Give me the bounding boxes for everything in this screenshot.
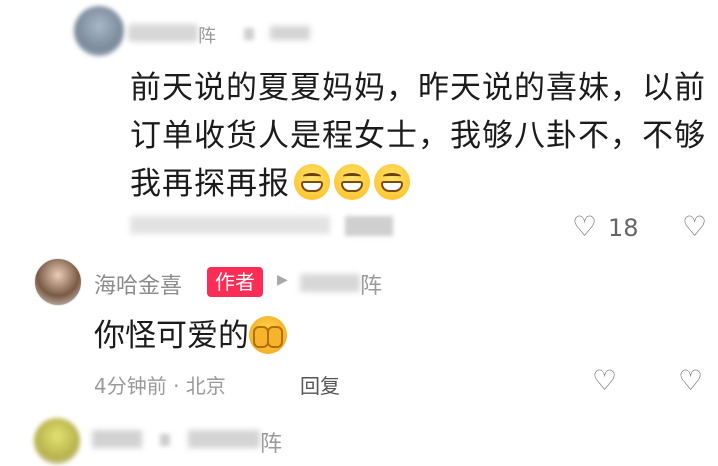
avatar[interactable] xyxy=(74,6,124,56)
broken-heart-icon[interactable]: ♡ xyxy=(682,210,707,243)
blurred-meta xyxy=(130,216,330,234)
comment-list: 阵 前天说的夏夏妈妈，昨天说的喜妹，以前订单收货人是程女士，我够八卦不，不够我再… xyxy=(0,0,718,466)
heart-outline-icon[interactable]: ♡ xyxy=(592,364,617,397)
reply-arrow-icon xyxy=(160,434,170,446)
broken-heart-icon[interactable]: ♡ xyxy=(678,364,703,397)
blurred-reply-target xyxy=(188,430,260,448)
avatar[interactable] xyxy=(34,418,80,464)
heart-outline-icon[interactable]: ♡ xyxy=(572,210,597,243)
timestamp-location: 4分钟前 · 北京 xyxy=(94,374,226,398)
blurred-username xyxy=(128,24,198,42)
reply-arrow-icon: ▶ xyxy=(277,272,288,288)
avatar[interactable] xyxy=(34,258,82,306)
reply-target-tail: 阵 xyxy=(360,274,383,299)
grin-emoji-icon xyxy=(374,164,410,200)
author-badge: 作者 xyxy=(207,267,263,297)
username-tail: 阵 xyxy=(198,26,216,47)
username[interactable]: 海哈金喜 xyxy=(94,268,182,300)
reply-arrow-icon xyxy=(244,28,254,40)
blurred-username xyxy=(92,430,142,448)
blurred-reply-target xyxy=(300,274,360,292)
reply-button[interactable]: 回复 xyxy=(300,370,340,399)
peek-emoji-icon xyxy=(249,316,287,354)
blurred-reply-button[interactable] xyxy=(345,216,393,236)
blurred-reply-target xyxy=(270,26,310,40)
like-count: 18 xyxy=(608,214,639,242)
grin-emoji-icon xyxy=(334,164,370,200)
grin-emoji-icon xyxy=(294,164,330,200)
reply-target-tail: 阵 xyxy=(260,432,283,457)
comment-text: 你怪可爱的 xyxy=(94,310,287,355)
comment-text: 前天说的夏夏妈妈，昨天说的喜妹，以前订单收货人是程女士，我够八卦不，不够我再探再… xyxy=(130,70,706,202)
